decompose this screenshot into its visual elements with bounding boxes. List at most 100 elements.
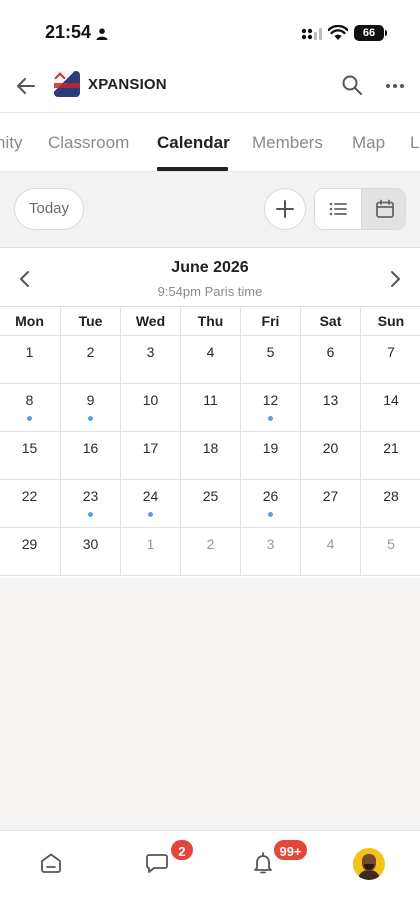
chat-badge: 2 — [169, 838, 195, 862]
calendar-day-cell[interactable]: 5 — [240, 336, 300, 383]
user-avatar[interactable] — [353, 848, 385, 880]
day-number: 24 — [142, 488, 159, 504]
notifications-badge: 99+ — [272, 838, 309, 862]
calendar-day-cell[interactable]: 1 — [0, 336, 60, 383]
day-number: 7 — [387, 344, 395, 360]
calendar-day-cell[interactable]: 7 — [360, 336, 420, 383]
search-icon[interactable] — [341, 74, 363, 96]
day-number: 4 — [206, 344, 215, 360]
month-title: June 2026 — [171, 259, 249, 276]
bottom-navigation: 2 99+ — [0, 830, 420, 914]
calendar-day-cell[interactable]: 16 — [60, 432, 120, 479]
calendar-day-cell[interactable]: 3 — [120, 336, 180, 383]
day-number: 5 — [266, 344, 275, 360]
calendar-day-cell[interactable]: 14 — [360, 384, 420, 431]
calendar-day-cell[interactable]: 18 — [180, 432, 240, 479]
tab-community[interactable]: nity — [0, 133, 22, 153]
tab-calendar[interactable]: Calendar — [157, 133, 230, 153]
calendar-week-row: 15 16 17 18 19 20 21 — [0, 432, 420, 480]
calendar-day-cell[interactable]: 4 — [180, 336, 240, 383]
tab-bar: nity Classroom Calendar Members Map L — [0, 113, 420, 172]
weekday-label: Sun — [360, 307, 420, 335]
month-calendar: June 2026 9:54pm Paris time Mon Tue Wed Thu… — [0, 248, 420, 578]
status-time: 21:54 — [45, 22, 92, 42]
calendar-day-cell[interactable]: 21 — [360, 432, 420, 479]
day-number: 3 — [266, 536, 275, 552]
day-number: 29 — [21, 536, 38, 552]
day-number: 8 — [25, 392, 34, 408]
calendar-day-cell[interactable]: 25 — [180, 480, 240, 527]
calendar-week-row: 1 2 3 4 5 6 7 — [0, 336, 420, 384]
day-number: 6 — [326, 344, 335, 360]
calendar-day-cell[interactable]: 2 — [180, 528, 240, 575]
group-name[interactable]: XPANSION — [88, 76, 167, 93]
calendar-day-cell[interactable]: 8 — [0, 384, 60, 431]
view-toggle — [314, 188, 406, 230]
home-icon[interactable] — [39, 851, 63, 875]
calendar-day-cell[interactable]: 1 — [120, 528, 180, 575]
calendar-day-cell[interactable]: 22 — [0, 480, 60, 527]
calendar-day-cell[interactable]: 20 — [300, 432, 360, 479]
calendar-day-cell[interactable]: 10 — [120, 384, 180, 431]
event-dot — [268, 512, 273, 517]
notifications-bell-icon[interactable] — [251, 851, 275, 875]
calendar-week-row: 29 30 1 2 3 4 5 — [0, 528, 420, 576]
day-number: 21 — [383, 440, 399, 456]
day-number: 2 — [206, 536, 215, 552]
weekday-label: Tue — [60, 307, 120, 335]
calendar-day-cell[interactable]: 3 — [240, 528, 300, 575]
signal-icon — [301, 28, 322, 40]
calendar-grid: 1 2 3 4 5 6 7 8 9 10 11 12 13 14 15 16 17 18 19 20 21 22 23 24 2… — [0, 336, 420, 576]
calendar-day-cell[interactable]: 6 — [300, 336, 360, 383]
back-arrow-icon[interactable] — [14, 74, 38, 98]
plus-icon — [276, 200, 294, 218]
day-number: 9 — [86, 392, 95, 408]
battery-indicator: 66 — [354, 25, 387, 41]
calendar-day-cell[interactable]: 17 — [120, 432, 180, 479]
day-number: 30 — [82, 536, 99, 552]
chat-icon[interactable] — [145, 851, 169, 875]
calendar-view-button[interactable] — [361, 189, 405, 229]
day-number: 5 — [387, 536, 395, 552]
tab-classroom[interactable]: Classroom — [48, 133, 129, 153]
calendar-day-cell[interactable]: 4 — [300, 528, 360, 575]
list-view-button[interactable] — [315, 189, 361, 229]
calendar-day-cell[interactable]: 19 — [240, 432, 300, 479]
calendar-day-cell[interactable]: 27 — [300, 480, 360, 527]
calendar-day-cell[interactable]: 13 — [300, 384, 360, 431]
calendar-day-cell[interactable]: 12 — [240, 384, 300, 431]
day-number: 15 — [21, 440, 38, 456]
list-icon — [329, 202, 347, 216]
app-header: XPANSION — [0, 62, 420, 113]
day-number: 2 — [86, 344, 95, 360]
chevron-right-icon[interactable] — [384, 268, 406, 290]
calendar-day-cell[interactable]: 30 — [60, 528, 120, 575]
add-event-button[interactable] — [264, 188, 306, 230]
day-number: 10 — [142, 392, 159, 408]
day-number: 12 — [262, 392, 279, 408]
calendar-day-cell[interactable]: 26 — [240, 480, 300, 527]
calendar-day-cell[interactable]: 29 — [0, 528, 60, 575]
calendar-day-cell[interactable]: 9 — [60, 384, 120, 431]
tab-members[interactable]: Members — [252, 133, 323, 153]
group-logo[interactable] — [54, 71, 80, 97]
calendar-day-cell[interactable]: 2 — [60, 336, 120, 383]
day-number: 16 — [82, 440, 99, 456]
more-options-icon[interactable] — [384, 74, 406, 96]
tab-map[interactable]: Map — [352, 133, 385, 153]
day-number: 14 — [383, 392, 399, 408]
calendar-toolbar: Today — [0, 172, 420, 248]
calendar-day-cell[interactable]: 23 — [60, 480, 120, 527]
calendar-day-cell[interactable]: 24 — [120, 480, 180, 527]
day-number: 26 — [262, 488, 279, 504]
tab-leaderboards[interactable]: L — [410, 133, 419, 153]
today-button[interactable]: Today — [14, 188, 84, 230]
day-number: 1 — [146, 536, 155, 552]
day-number: 3 — [146, 344, 155, 360]
calendar-day-cell[interactable]: 15 — [0, 432, 60, 479]
calendar-week-row: 8 9 10 11 12 13 14 — [0, 384, 420, 432]
event-dot — [88, 416, 93, 421]
calendar-day-cell[interactable]: 5 — [360, 528, 420, 575]
calendar-day-cell[interactable]: 11 — [180, 384, 240, 431]
calendar-day-cell[interactable]: 28 — [360, 480, 420, 527]
